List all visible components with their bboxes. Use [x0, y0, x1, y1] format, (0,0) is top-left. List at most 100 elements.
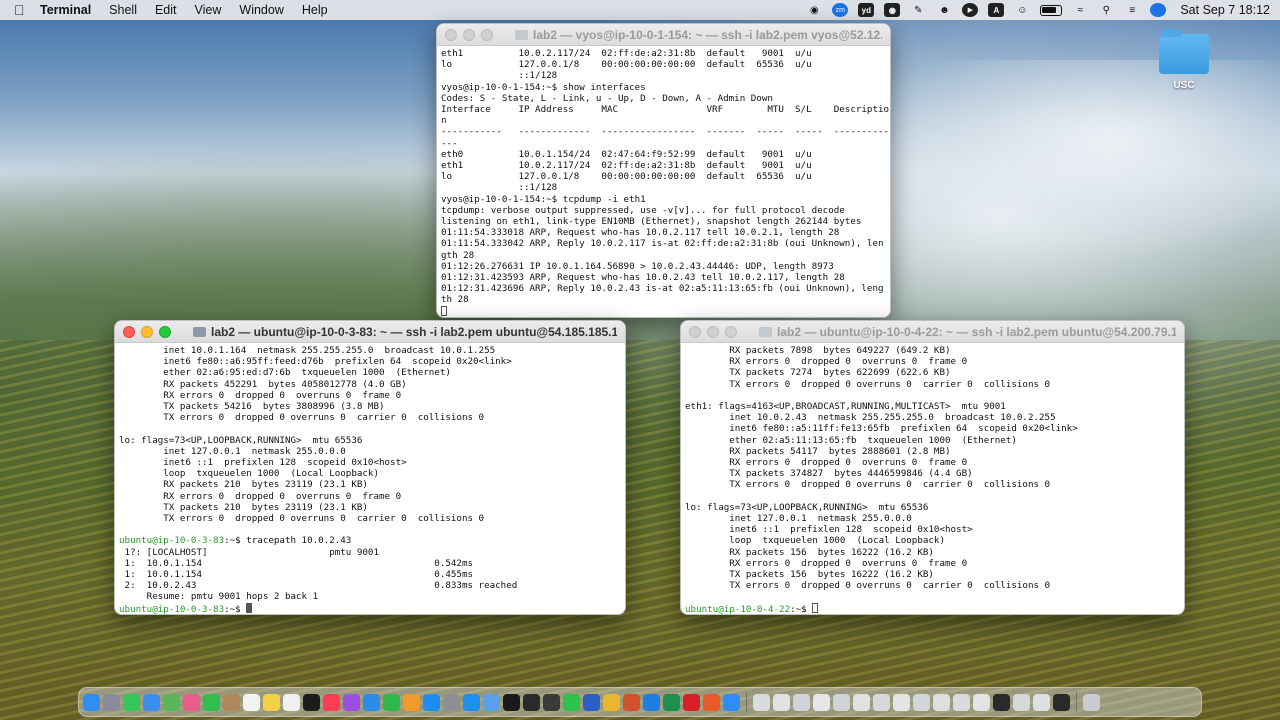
- control-center-icon[interactable]: ≡: [1124, 3, 1140, 17]
- minimize-button[interactable]: [141, 326, 153, 338]
- word-icon[interactable]: [583, 693, 600, 711]
- terminal-window-vyos[interactable]: lab2 — vyos@ip-10-0-1-154: ~ — ssh -i la…: [436, 23, 891, 318]
- app-store-icon[interactable]: [423, 693, 440, 711]
- window-titlebar[interactable]: lab2 — ubuntu@ip-10-0-3-83: ~ — ssh -i l…: [115, 321, 625, 343]
- calendar-icon[interactable]: [243, 693, 260, 711]
- user-icon[interactable]: ☺: [1014, 3, 1030, 17]
- excel-icon[interactable]: [663, 693, 680, 711]
- keynote-icon[interactable]: [363, 693, 380, 711]
- close-button[interactable]: [445, 29, 457, 41]
- terminal-line: 1?: [LOCALHOST] pmtu 9001: [119, 546, 379, 558]
- xcode-icon[interactable]: [643, 693, 660, 711]
- menu-clock[interactable]: Sat Sep 7 18:12: [1180, 3, 1270, 17]
- terminal-line: inet 10.0.1.164 netmask 255.255.255.0 br…: [119, 345, 496, 356]
- terminal-output[interactable]: inet 10.0.1.164 netmask 255.255.255.0 br…: [115, 343, 625, 614]
- preview-icon[interactable]: [483, 693, 500, 711]
- activity-monitor-icon[interactable]: [543, 693, 560, 711]
- minimized-window-15-icon[interactable]: [1033, 693, 1050, 711]
- notes-icon[interactable]: [263, 693, 280, 711]
- menu-shell[interactable]: Shell: [109, 3, 137, 17]
- camera-icon[interactable]: ◉: [884, 3, 901, 17]
- menu-window[interactable]: Window: [239, 3, 283, 17]
- window-titlebar[interactable]: lab2 — ubuntu@ip-10-0-4-22: ~ — ssh -i l…: [681, 321, 1184, 343]
- minimized-window-3-icon[interactable]: [793, 693, 810, 711]
- folder-icon: [759, 326, 772, 337]
- minimized-window-5-icon[interactable]: [833, 693, 850, 711]
- terminal-output[interactable]: RX packets 7898 bytes 649227 (649.2 KB) …: [681, 343, 1184, 614]
- zoom-icon[interactable]: zm: [832, 3, 849, 17]
- music-icon[interactable]: [323, 693, 340, 711]
- chatgpt-icon[interactable]: [503, 693, 520, 711]
- wechat-icon[interactable]: [563, 693, 580, 711]
- record-icon[interactable]: ◉: [806, 3, 822, 17]
- zoom-button[interactable]: [159, 326, 171, 338]
- zoom-button[interactable]: [725, 326, 737, 338]
- tv-icon[interactable]: [303, 693, 320, 711]
- podcasts-icon[interactable]: [343, 693, 360, 711]
- close-button[interactable]: [123, 326, 135, 338]
- notes-icon[interactable]: ✎: [910, 3, 926, 17]
- finder-icon[interactable]: [83, 693, 100, 711]
- apple-menu-icon[interactable]: : [14, 3, 28, 17]
- minimized-window-16-icon[interactable]: [1053, 693, 1070, 711]
- close-button[interactable]: [689, 326, 701, 338]
- prompt-user: ubuntu@ip-10-0-3-83: [119, 535, 225, 547]
- wifi-icon[interactable]: ≈: [1072, 3, 1088, 17]
- terminal-line: RX errors 0 dropped 0 overruns 0 frame 0: [685, 557, 968, 569]
- terminal-window-ubuntu-4-22[interactable]: lab2 — ubuntu@ip-10-0-4-22: ~ — ssh -i l…: [680, 320, 1185, 615]
- youdao-icon[interactable]: [683, 693, 700, 711]
- minimized-window-8-icon[interactable]: [893, 693, 910, 711]
- siri-icon[interactable]: [1150, 3, 1167, 17]
- minimized-window-14-icon[interactable]: [1013, 693, 1030, 711]
- wechat-icon[interactable]: ☻: [936, 3, 952, 17]
- zoom-icon[interactable]: [723, 693, 740, 711]
- system-settings-icon[interactable]: [443, 693, 460, 711]
- search-icon[interactable]: ⚲: [1098, 3, 1114, 17]
- terminal-icon[interactable]: [523, 693, 540, 711]
- messages-icon[interactable]: [123, 693, 140, 711]
- contacts-icon[interactable]: [223, 693, 240, 711]
- zoom-button[interactable]: [481, 29, 493, 41]
- terminal-line: lo 127.0.0.1/8 00:00:00:00:00:00 default…: [441, 171, 812, 183]
- minimize-button[interactable]: [707, 326, 719, 338]
- terminal-line: eth0 10.0.1.154/24 02:47:64:f9:52:99 def…: [441, 148, 812, 160]
- minimize-button[interactable]: [463, 29, 475, 41]
- numbers-icon[interactable]: [383, 693, 400, 711]
- desktop-folder-usc[interactable]: USC: [1158, 29, 1210, 91]
- minimized-window-11-icon[interactable]: [953, 693, 970, 711]
- terminal-window-ubuntu-3-83[interactable]: lab2 — ubuntu@ip-10-0-3-83: ~ — ssh -i l…: [114, 320, 626, 615]
- launchpad-icon[interactable]: [103, 693, 120, 711]
- photos-icon[interactable]: [183, 693, 200, 711]
- minimized-window-1-icon[interactable]: [753, 693, 770, 711]
- safari-icon[interactable]: [463, 693, 480, 711]
- window-titlebar[interactable]: lab2 — vyos@ip-10-0-1-154: ~ — ssh -i la…: [437, 24, 890, 46]
- play-icon[interactable]: ▶: [962, 3, 979, 17]
- minimized-window-7-icon[interactable]: [873, 693, 890, 711]
- terminal-line: ether 02:a5:11:13:65:fb txqueuelen 1000 …: [685, 434, 1017, 446]
- minimized-window-4-icon[interactable]: [813, 693, 830, 711]
- minimized-window-6-icon[interactable]: [853, 693, 870, 711]
- menu-view[interactable]: View: [195, 3, 222, 17]
- chrome-icon[interactable]: [603, 693, 620, 711]
- facetime-icon[interactable]: [203, 693, 220, 711]
- minimized-window-13-icon[interactable]: [993, 693, 1010, 711]
- menu-edit[interactable]: Edit: [155, 3, 177, 17]
- trash-icon[interactable]: [1083, 693, 1100, 711]
- reminders-icon[interactable]: [283, 693, 300, 711]
- terminal-line: RX packets 156 bytes 16222 (16.2 KB): [685, 546, 934, 558]
- input-a-icon[interactable]: A: [988, 3, 1005, 17]
- powerpoint-icon[interactable]: [623, 693, 640, 711]
- battery-icon[interactable]: [1040, 4, 1063, 16]
- reader-icon[interactable]: [703, 693, 720, 711]
- maps-icon[interactable]: [163, 693, 180, 711]
- minimized-window-9-icon[interactable]: [913, 693, 930, 711]
- app-menu-terminal[interactable]: Terminal: [40, 3, 91, 17]
- pages-icon[interactable]: [403, 693, 420, 711]
- mail-icon[interactable]: [143, 693, 160, 711]
- menu-help[interactable]: Help: [302, 3, 328, 17]
- minimized-window-2-icon[interactable]: [773, 693, 790, 711]
- terminal-output[interactable]: eth1 10.0.2.117/24 02:ff:de:a2:31:8b def…: [437, 46, 890, 317]
- yd-icon[interactable]: yd: [858, 3, 875, 17]
- minimized-window-12-icon[interactable]: [973, 693, 990, 711]
- minimized-window-10-icon[interactable]: [933, 693, 950, 711]
